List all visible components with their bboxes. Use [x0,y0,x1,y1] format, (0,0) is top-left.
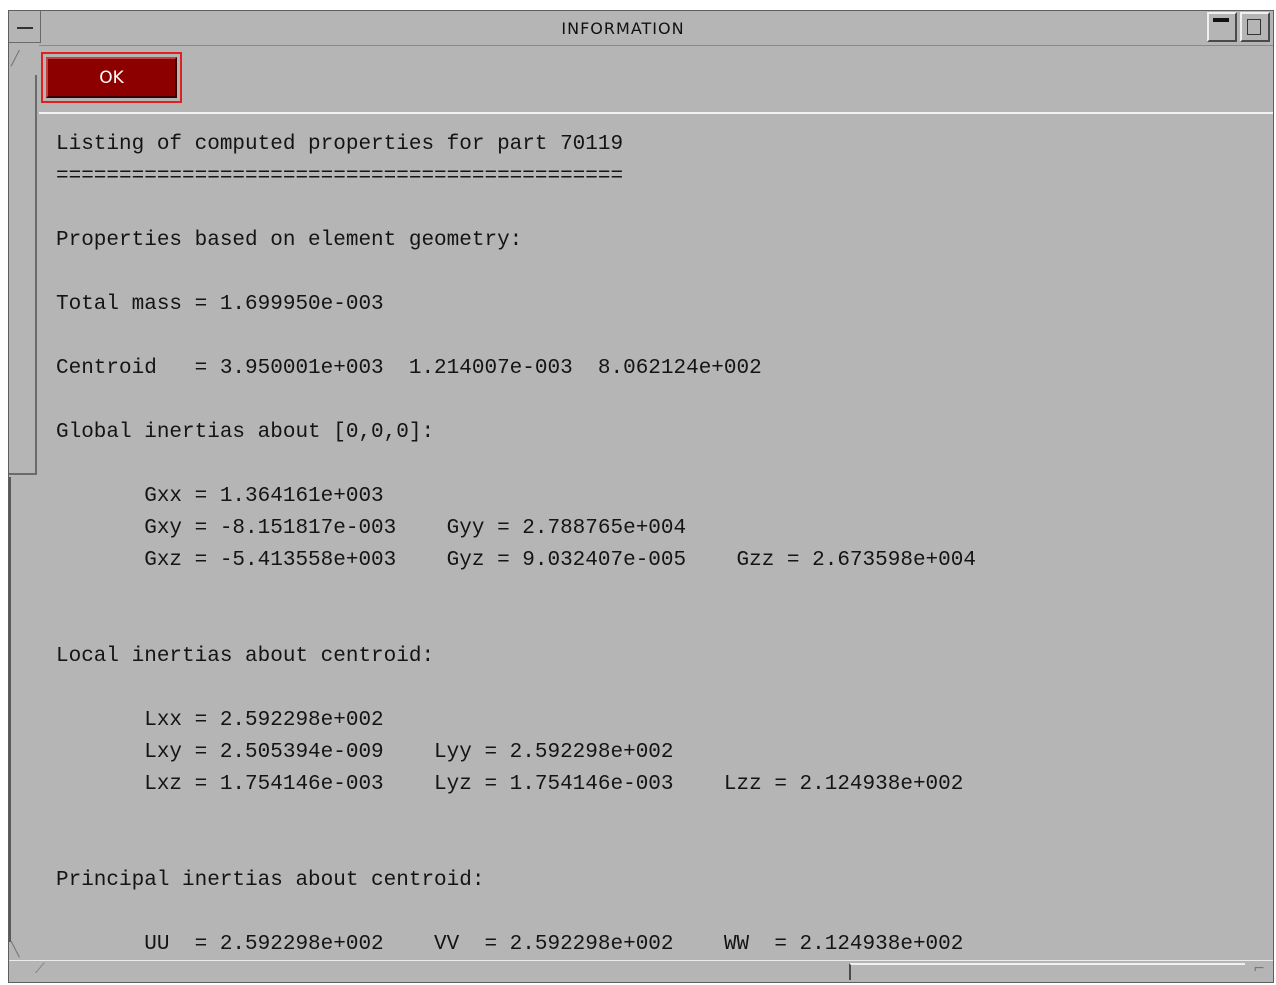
information-text-panel: Listing of computed properties for part … [39,112,1273,965]
horizontal-scroll-thumb[interactable] [849,963,1245,980]
listing-line: Gxz = -5.413558e+003 Gyz = 9.032407e-005… [56,549,976,572]
resize-corner-bottom-left-icon[interactable]: ⟋ [35,961,45,977]
listing-line [56,801,976,833]
maximize-icon [1247,19,1261,35]
minimize-button[interactable] [1207,12,1237,42]
window-title: INFORMATION [561,19,685,38]
resize-corner-bottom-right-icon[interactable]: ⌐ [1253,961,1265,977]
minimize-icon [1213,18,1229,22]
title-bar[interactable]: INFORMATION [9,11,1273,46]
properties-listing: Listing of computed properties for part … [56,129,976,961]
listing-line: Centroid = 3.950001e+003 1.214007e-003 8… [56,357,762,380]
listing-line [56,673,976,705]
listing-line: Global inertias about [0,0,0]: [56,421,435,444]
listing-line: UU = 2.592298e+002 VV = 2.592298e+002 WW… [56,933,964,956]
listing-line [56,833,976,865]
listing-line [56,193,976,225]
listing-line [56,609,976,641]
listing-line [56,385,976,417]
listing-line [56,257,976,289]
listing-line [56,321,976,353]
vertical-scroll-track[interactable] [9,477,11,942]
listing-line: Listing of computed properties for part … [56,133,624,156]
vertical-scroll-thumb[interactable] [9,75,37,475]
information-window: INFORMATION ╱ ╲ OK Listing of computed p… [8,10,1274,983]
listing-line: Lxx = 2.592298e+002 [56,709,384,732]
horizontal-scrollbar[interactable]: ⟋ ⌐ [9,960,1273,982]
listing-line: ========================================… [56,165,624,188]
listing-line: Lxz = 1.754146e-003 Lyz = 1.754146e-003 … [56,773,964,796]
listing-line: Total mass = 1.699950e-003 [56,293,384,316]
listing-line: Lxy = 2.505394e-009 Lyy = 2.592298e+002 [56,741,674,764]
window-menu-button[interactable] [9,11,41,43]
resize-corner-bottom-icon[interactable]: ╲ [11,942,19,958]
listing-line: Principal inertias about centroid: [56,869,485,892]
listing-line: Gxx = 1.364161e+003 [56,485,384,508]
listing-line [56,577,976,609]
listing-line: Properties based on element geometry: [56,229,523,252]
resize-corner-top-icon[interactable]: ╱ [11,51,19,67]
listing-line: Gxy = -8.151817e-003 Gyy = 2.788765e+004 [56,517,687,540]
listing-line [56,449,976,481]
maximize-button[interactable] [1240,12,1270,42]
ok-button[interactable]: OK [46,57,177,98]
left-resize-edge[interactable]: ╱ ╲ [9,45,39,982]
listing-line [56,897,976,929]
menu-bar-icon [17,27,33,29]
ok-button-focus-frame: OK [41,52,182,103]
listing-line: Local inertias about centroid: [56,645,435,668]
